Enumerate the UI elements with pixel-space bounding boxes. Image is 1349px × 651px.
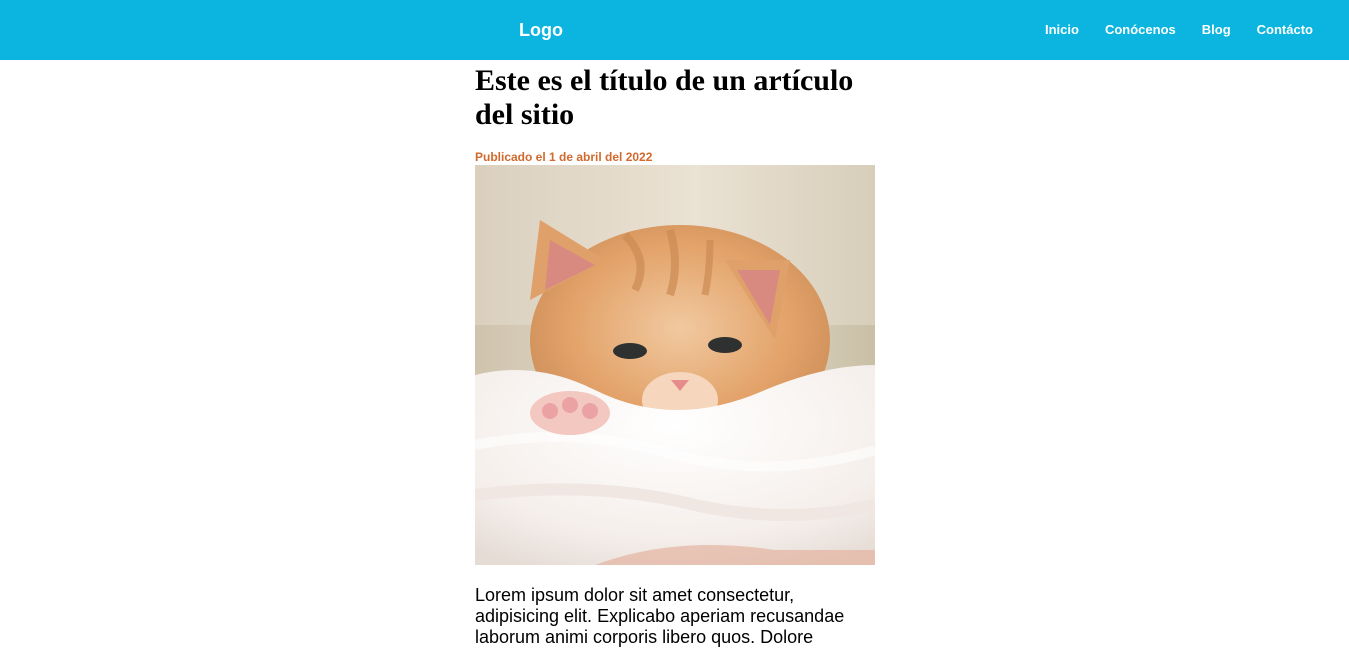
nav-link-conocenos[interactable]: Conócenos: [1105, 22, 1176, 38]
nav-link-inicio[interactable]: Inicio: [1045, 22, 1079, 38]
main-nav: Inicio Conócenos Blog Contácto: [1045, 22, 1313, 38]
article: Este es el título de un artículo del sit…: [475, 60, 875, 648]
article-body: Lorem ipsum dolor sit amet consectetur, …: [475, 585, 845, 647]
nav-link-blog[interactable]: Blog: [1202, 22, 1231, 38]
site-header: Logo Inicio Conócenos Blog Contácto: [0, 0, 1349, 60]
article-title: Este es el título de un artículo del sit…: [475, 64, 854, 131]
publish-date: Publicado el 1 de abril del 2022: [475, 150, 653, 164]
site-logo[interactable]: Logo: [519, 19, 563, 41]
nav-link-contacto[interactable]: Contácto: [1257, 22, 1313, 38]
article-image: [475, 165, 875, 565]
